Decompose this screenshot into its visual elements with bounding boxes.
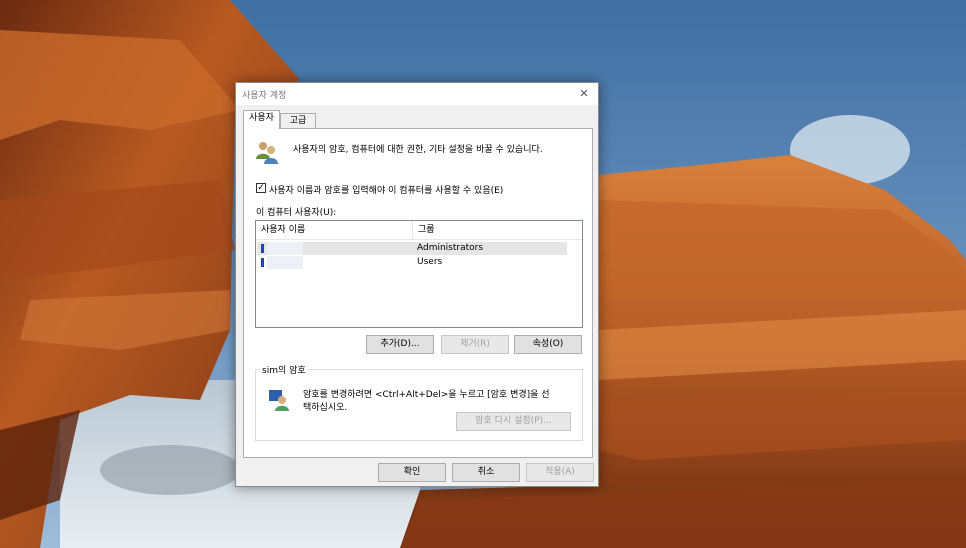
user-icon [261, 244, 264, 253]
users-icon [256, 142, 278, 164]
users-tab-panel: 사용자의 암호, 컴퓨터에 대한 권한, 기타 설정을 바꿀 수 있습니다. ✓… [243, 128, 593, 458]
username-cell [267, 256, 303, 269]
apply-button[interactable]: 적용(A) [526, 463, 594, 482]
require-login-checkbox[interactable]: ✓ [256, 183, 266, 193]
reset-password-button[interactable]: 암호 다시 설정(P)... [456, 412, 571, 431]
remove-user-button[interactable]: 제거(R) [441, 335, 509, 354]
column-header-username[interactable]: 사용자 이름 [256, 221, 413, 240]
user-icon [261, 258, 264, 267]
user-accounts-dialog: 사용자 계정 ✕ 사용자 고급 사용자의 암호, 컴퓨터에 대한 권한, 기타 … [235, 82, 599, 487]
table-row[interactable]: Users [257, 256, 567, 269]
table-row[interactable]: Administrators [257, 242, 567, 255]
tab-users[interactable]: 사용자 [243, 110, 280, 129]
add-user-button[interactable]: 추가(D)... [366, 335, 434, 354]
group-cell: Administrators [417, 243, 484, 253]
users-list-label: 이 컴퓨터 사용자(U): [256, 208, 337, 218]
require-login-label[interactable]: 사용자 이름과 암호를 입력해야 이 컴퓨터를 사용할 수 있음(E) [269, 183, 503, 196]
password-group-title: sim의 암호 [260, 363, 308, 376]
user-password-icon [269, 390, 289, 411]
window-title: 사용자 계정 [242, 91, 287, 101]
tab-advanced[interactable]: 고급 [280, 113, 316, 129]
intro-text: 사용자의 암호, 컴퓨터에 대한 권한, 기타 설정을 바꿀 수 있습니다. [293, 145, 543, 155]
password-instructions-line1: 암호를 변경하려면 <Ctrl+Alt+Del>을 누르고 [암호 변경]을 선 [303, 390, 550, 400]
ok-button[interactable]: 확인 [378, 463, 446, 482]
users-list[interactable]: 사용자 이름 그룹 Administrators Users [255, 220, 583, 328]
cancel-button[interactable]: 취소 [452, 463, 520, 482]
password-instructions-line2: 택하십시오. [303, 403, 348, 413]
close-button[interactable]: ✕ [570, 83, 598, 105]
username-cell [267, 242, 303, 255]
properties-button[interactable]: 속성(O) [514, 335, 582, 354]
title-bar[interactable]: 사용자 계정 ✕ [236, 83, 598, 105]
group-cell: Users [417, 257, 443, 267]
column-header-group[interactable]: 그룹 [413, 221, 582, 240]
